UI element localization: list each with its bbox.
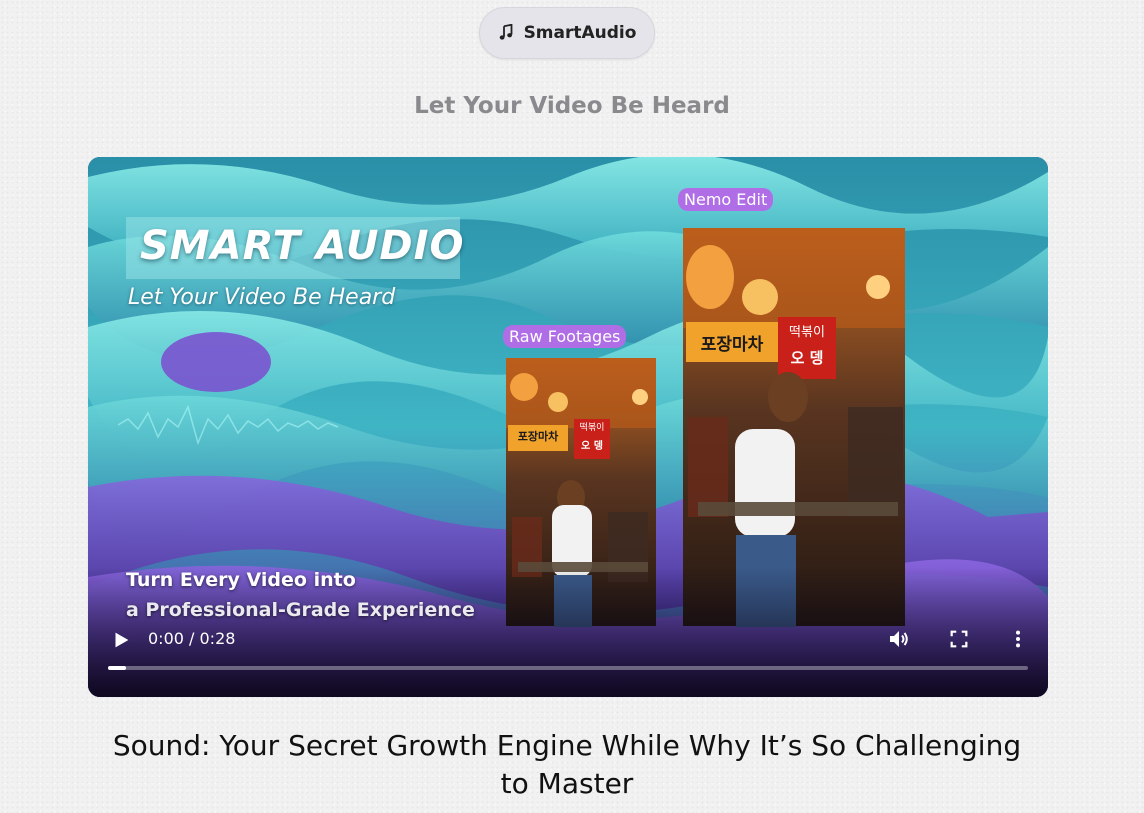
edit-stall-sign-3: 오 뎅 — [790, 349, 824, 367]
page-tagline: Let Your Video Be Heard — [414, 93, 730, 119]
promo-line-2: a Professional-Grade Experience — [126, 599, 475, 621]
volume-icon[interactable] — [887, 627, 911, 651]
fullscreen-icon[interactable] — [948, 628, 970, 650]
time-display: 0:00 / 0:28 — [148, 629, 236, 648]
play-icon[interactable] — [110, 629, 132, 651]
edit-stall-sign-2: 떡볶이 — [789, 325, 825, 340]
raw-stall-sign: 포장마차 — [517, 430, 559, 443]
smartaudio-badge[interactable]: SmartAudio — [479, 7, 655, 59]
video-subtitle: Let Your Video Be Heard — [128, 285, 396, 310]
section-heading: Sound: Your Secret Growth Engine While W… — [112, 729, 1022, 800]
video-player[interactable]: SMART AUDIO Let Your Video Be Heard Nemo… — [88, 157, 1048, 697]
music-note-icon — [499, 24, 512, 40]
edit-stall-sign: 포장마차 — [700, 335, 764, 355]
nemo-edit-label: Nemo Edit — [678, 188, 774, 211]
video-controls: 0:00 / 0:28 — [88, 623, 1048, 663]
progress-bar[interactable] — [108, 666, 1028, 670]
promo-line-1: Turn Every Video into — [126, 569, 356, 591]
video-title: SMART AUDIO — [140, 223, 465, 269]
progress-bar-fill — [108, 666, 127, 670]
raw-stall-sign-3: 오 뎅 — [581, 441, 603, 452]
raw-footages-label: Raw Footages — [503, 325, 627, 348]
more-options-icon[interactable] — [1007, 627, 1029, 651]
raw-stall-sign-2: 떡볶이 — [579, 423, 605, 433]
badge-label: SmartAudio — [523, 23, 637, 43]
